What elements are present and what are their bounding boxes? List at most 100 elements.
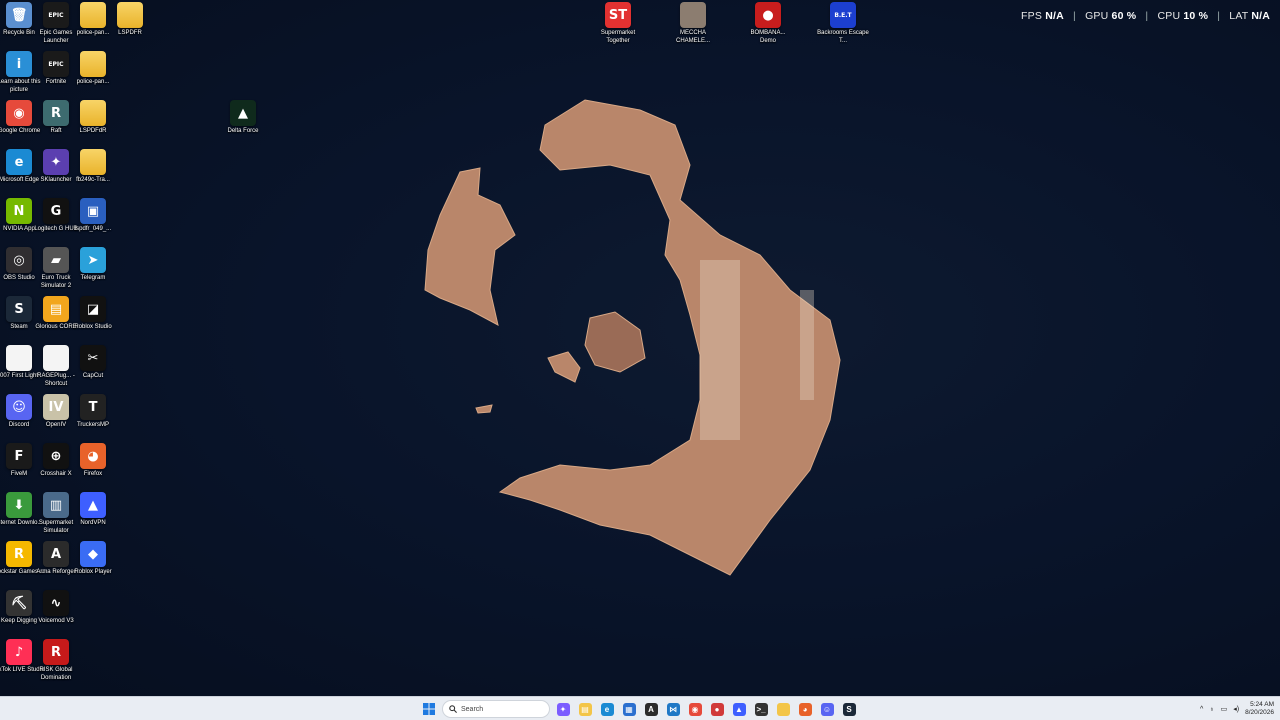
desktop-icon[interactable]: ▲ Delta Force	[223, 100, 263, 136]
steam-icon: S	[842, 702, 856, 716]
search-placeholder: Search	[461, 705, 484, 713]
app-icon	[117, 2, 143, 28]
taskbar-app-nordvpn[interactable]: ▲	[730, 700, 748, 718]
gpu-label: GPU	[1085, 10, 1109, 22]
app-icon	[6, 345, 32, 371]
taskbar-app-terminal-a[interactable]: A	[642, 700, 660, 718]
taskbar-app-edge[interactable]: e	[598, 700, 616, 718]
desktop-icon[interactable]: ▰ Euro Truck Simulator 2	[36, 247, 76, 290]
desktop-icon[interactable]: T TruckersMP	[73, 394, 113, 430]
desktop-icon[interactable]: ● BOMBANA... Demo	[748, 2, 788, 45]
app-icon: ▰	[43, 247, 69, 273]
desktop-icon[interactable]: fb249c-Tra...	[73, 149, 113, 185]
app-icon: ♪	[6, 639, 32, 665]
desktop-icon[interactable]: RAGEPlug... - Shortcut	[36, 345, 76, 388]
firefox-icon: ◕	[798, 702, 812, 716]
desktop-icon-label: Supermarket Together	[600, 30, 636, 44]
desktop-icon[interactable]: ✂ CapCut	[73, 345, 113, 381]
app-icon: ☺	[6, 394, 32, 420]
taskbar-app-steam[interactable]: S	[840, 700, 858, 718]
terminal-icon: >_	[754, 702, 768, 716]
search-icon	[449, 705, 457, 713]
desktop-icon-label: RISK Global Domination	[39, 667, 73, 681]
vscode-icon: ⋈	[666, 702, 680, 716]
app-icon: i	[6, 51, 32, 77]
windows-icon	[423, 703, 435, 715]
app-icon: EPIC	[43, 2, 69, 28]
desktop-icon[interactable]: police-pan...	[73, 51, 113, 87]
app-icon: A	[43, 541, 69, 567]
clock-time: 5:24 AM	[1250, 701, 1274, 708]
desktop-icon[interactable]: MECCHA CHAMELE...	[673, 2, 713, 45]
app-icon: ST	[605, 2, 631, 28]
desktop-icon[interactable]: ◆ Roblox Player	[73, 541, 113, 577]
app-icon: ◪	[80, 296, 106, 322]
taskbar-app-firefox[interactable]: ◕	[796, 700, 814, 718]
desktop-icon-label: BOMBANA... Demo	[750, 30, 786, 44]
desktop-icon[interactable]: EPIC Epic Games Launcher	[36, 2, 76, 45]
desktop-icon[interactable]: ◕ Firefox	[73, 443, 113, 479]
gpu-value: 60 %	[1111, 10, 1137, 22]
taskbar-center: Search ✦ ▤ e ▦ A ⋈ ◉ ● ▲ >_ ◕ ☺ S	[420, 697, 858, 720]
copilot-icon: ✦	[556, 702, 570, 716]
start-button[interactable]	[420, 700, 438, 718]
desktop-icon[interactable]: ∿ Voicemod V3	[36, 590, 76, 626]
app-icon	[80, 100, 106, 126]
store-icon: ▦	[622, 702, 636, 716]
app-icon: ▲	[80, 492, 106, 518]
app-icon: ▣	[80, 198, 106, 224]
chevron-up-icon[interactable]: ^	[1200, 706, 1203, 713]
app-icon: ●	[755, 2, 781, 28]
desktop-icon[interactable]: ▥ Supermarket Simulator	[36, 492, 76, 535]
desktop-icon-label: Backrooms Escape T...	[817, 30, 869, 44]
app-icon: B.E.T	[830, 2, 856, 28]
app-icon: ➤	[80, 247, 106, 273]
taskbar-app-copilot[interactable]: ✦	[554, 700, 572, 718]
taskbar-search[interactable]: Search	[442, 700, 550, 718]
network-icon[interactable]: ▭	[1221, 705, 1228, 713]
nordvpn-icon: ▲	[732, 702, 746, 716]
desktop-icon[interactable]: ST Supermarket Together	[598, 2, 638, 45]
performance-overlay: FPS N/A | GPU 60 % | CPU 10 % | LAT N/A	[1021, 10, 1270, 22]
desktop-icon-label: police-pan...	[76, 79, 110, 85]
taskbar-app-app-red[interactable]: ●	[708, 700, 726, 718]
app-icon: ▤	[43, 296, 69, 322]
mic-icon[interactable]: ♁	[1209, 706, 1214, 713]
fps-value: N/A	[1045, 10, 1064, 22]
volume-icon[interactable]: ◂)	[1233, 705, 1239, 713]
taskbar-app-explorer-folder[interactable]	[774, 700, 792, 718]
app-icon: R	[43, 100, 69, 126]
desktop-icon-label: Roblox Player	[74, 569, 112, 575]
clock[interactable]: 5:24 AM 8/20/2026	[1245, 701, 1274, 717]
app-icon: ✦	[43, 149, 69, 175]
desktop-icon[interactable]: LSPDFR	[110, 2, 150, 38]
desktop-icon[interactable]: ▲ NordVPN	[73, 492, 113, 528]
desktop-icon-label: Firefox	[83, 471, 103, 477]
explorer-folder-icon	[776, 702, 790, 716]
desktop-icon[interactable]: LSPDFdR	[73, 100, 113, 136]
file-explorer-icon: ▤	[578, 702, 592, 716]
app-icon: S	[6, 296, 32, 322]
cpu-value: 10 %	[1183, 10, 1209, 22]
lat-value: N/A	[1251, 10, 1270, 22]
taskbar-app-terminal[interactable]: >_	[752, 700, 770, 718]
desktop-icon-label: lspdfr_049_...	[74, 226, 112, 232]
taskbar-app-discord[interactable]: ☺	[818, 700, 836, 718]
app-icon: ∿	[43, 590, 69, 616]
desktop-icon[interactable]: ➤ Telegram	[73, 247, 113, 283]
taskbar-app-store[interactable]: ▦	[620, 700, 638, 718]
desktop-icon[interactable]: ▣ lspdfr_049_...	[73, 198, 113, 234]
taskbar-app-vscode[interactable]: ⋈	[664, 700, 682, 718]
app-icon: T	[80, 394, 106, 420]
app-icon: R	[6, 541, 32, 567]
desktop-icon[interactable]: ◪ Roblox Studio	[73, 296, 113, 332]
desktop-icon-label: CapCut	[82, 373, 104, 379]
taskbar-app-file-explorer[interactable]: ▤	[576, 700, 594, 718]
app-icon: ⬇	[6, 492, 32, 518]
terminal-a-icon: A	[644, 702, 658, 716]
desktop-icon[interactable]: R RISK Global Domination	[36, 639, 76, 682]
taskbar-app-chrome[interactable]: ◉	[686, 700, 704, 718]
desktop-icon[interactable]: i Learn about this picture	[0, 51, 41, 94]
taskbar: Search ✦ ▤ e ▦ A ⋈ ◉ ● ▲ >_ ◕ ☺ S ^ ♁ ▭ ◂) 5:24 AM 8…	[0, 696, 1280, 720]
desktop-icon[interactable]: B.E.T Backrooms Escape T...	[817, 2, 869, 45]
